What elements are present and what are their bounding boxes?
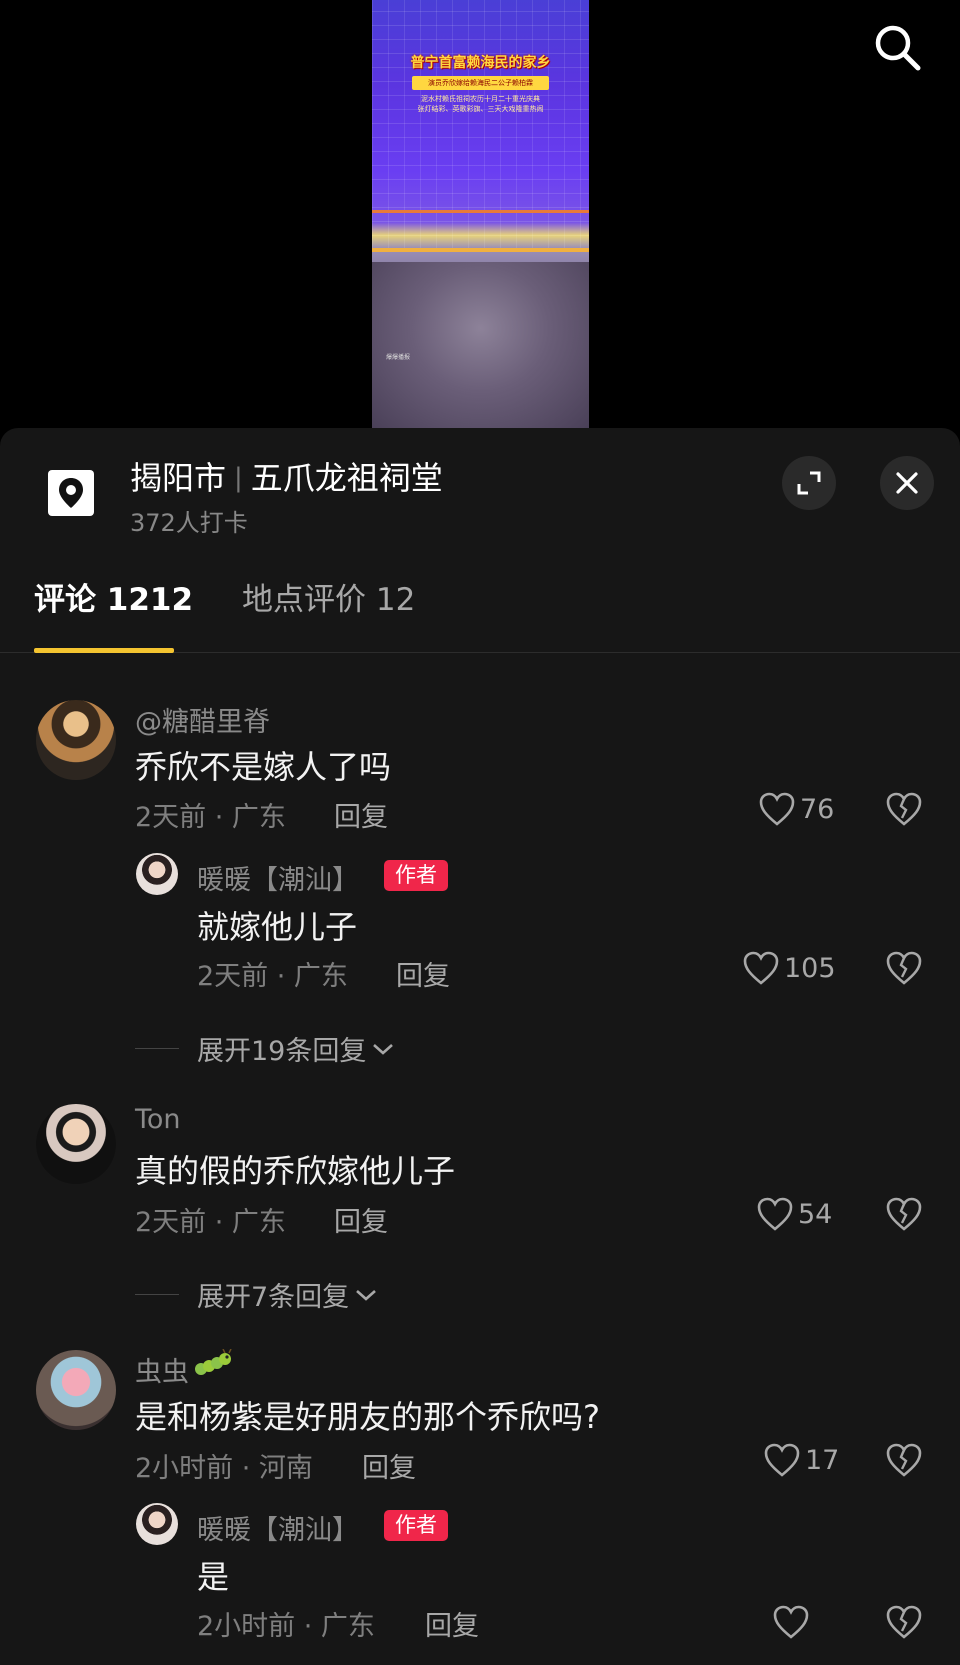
dislike-button[interactable] [885,1604,923,1642]
caterpillar-emoji-icon [195,1349,232,1375]
video-watermark: 爆爆播报 [386,354,411,361]
close-button[interactable] [880,456,934,510]
expand-divider [135,1294,179,1295]
broken-heart-icon [886,1443,922,1477]
comment-username[interactable]: Ton [135,1104,181,1135]
dislike-button[interactable] [885,1442,923,1480]
expand-icon [797,471,821,495]
location-pin-icon [48,470,94,516]
video-thumbnail[interactable]: 普宁首富赖海民的家乡 演员乔欣嫁给赖海民二公子赖柏霖 泥水村赖氏祖祠农历十月二十… [372,0,589,428]
reply-text: 是 [197,1558,230,1596]
expand-replies-label: 展开19条回复 [197,1036,367,1067]
like-button[interactable]: 76 [758,791,834,827]
broken-heart-icon [886,792,922,826]
author-badge: 作者 [384,1510,448,1541]
video-caption-line: 泥水村赖氏祖祠农历十月二十重光庆典 [421,95,540,103]
heart-icon [764,1443,800,1477]
expand-replies-label: 展开7条回复 [197,1282,350,1313]
chevron-down-icon [356,1289,377,1301]
location-separator: | [234,463,243,493]
search-button[interactable] [872,22,924,74]
like-button[interactable]: 17 [763,1442,839,1478]
tab-place-reviews[interactable]: 地点评价 12 [242,574,415,619]
comment-username[interactable]: @糖醋里脊 [135,700,270,739]
comment-text: 是和杨紫是好朋友的那个乔欣吗? [135,1398,600,1436]
checkin-count: 372人打卡 [130,509,248,537]
reply-username[interactable]: 暖暖【潮汕】 [197,1508,359,1547]
like-button[interactable]: 54 [756,1196,832,1232]
like-button[interactable] [772,1604,810,1640]
avatar[interactable] [36,1350,116,1430]
reply-button[interactable]: 回复 [334,1200,388,1239]
heart-icon [743,951,779,985]
ceiling-beam [372,210,589,213]
like-count: 105 [784,952,836,984]
broken-heart-icon [886,951,922,985]
like-button[interactable]: 105 [742,950,836,986]
expand-button[interactable] [782,456,836,510]
like-count: 54 [798,1198,833,1230]
broken-heart-icon [886,1605,922,1639]
like-count: 76 [800,793,835,825]
location-title[interactable]: 揭阳市 | 五爪龙祖祠堂 [130,453,443,499]
dislike-button[interactable] [885,1196,923,1234]
reply-button[interactable]: 回复 [362,1446,416,1485]
author-badge: 作者 [384,860,448,891]
heart-icon [773,1605,809,1639]
search-icon [875,25,921,71]
close-icon [896,472,918,494]
dislike-button[interactable] [885,791,923,829]
video-subtitle: 演员乔欣嫁给赖海民二公子赖柏霖 [412,76,549,90]
expand-divider [135,1048,179,1049]
reply-text: 就嫁他儿子 [197,908,358,946]
comment-username[interactable]: 虫虫 [135,1350,189,1389]
heart-icon [759,792,795,826]
broken-heart-icon [886,1197,922,1231]
avatar[interactable] [36,700,116,780]
chevron-down-icon [373,1043,394,1055]
reply-time-location: 2小时前 · 广东 [197,1611,375,1642]
reply-button[interactable]: 回复 [425,1604,479,1643]
comment-time-location: 2天前 · 广东 [135,802,286,833]
comment-text: 真的假的乔欣嫁他儿子 [135,1152,456,1190]
ceiling-beam [372,248,589,252]
reply-username[interactable]: 暖暖【潮汕】 [197,858,359,897]
dislike-button[interactable] [885,950,923,988]
expand-replies-button[interactable]: 展开19条回复 [135,1029,396,1068]
expand-replies-button[interactable]: 展开7条回复 [135,1275,379,1314]
comment-text: 乔欣不是嫁人了吗 [135,748,392,786]
courtyard-floor [372,262,589,428]
comment-time-location: 2天前 · 广东 [135,1207,286,1238]
heart-icon [757,1197,793,1231]
reply-avatar[interactable] [136,1503,178,1545]
reply-button[interactable]: 回复 [334,795,388,834]
reply-time-location: 2天前 · 广东 [197,961,348,992]
location-city: 揭阳市 [130,459,227,497]
reply-avatar[interactable] [136,853,178,895]
video-title: 普宁首富赖海民的家乡 [410,55,551,71]
like-count: 17 [805,1444,840,1476]
location-place: 五爪龙祖祠堂 [250,459,443,497]
avatar[interactable] [36,1104,116,1184]
comment-time-location: 2小时前 · 河南 [135,1453,313,1484]
active-tab-indicator [34,648,174,653]
tab-comments[interactable]: 评论 1212 [34,574,193,619]
reply-button[interactable]: 回复 [396,954,450,993]
video-caption-line: 张灯结彩、英歌彩旗、三天大戏隆重热闹 [417,105,544,113]
